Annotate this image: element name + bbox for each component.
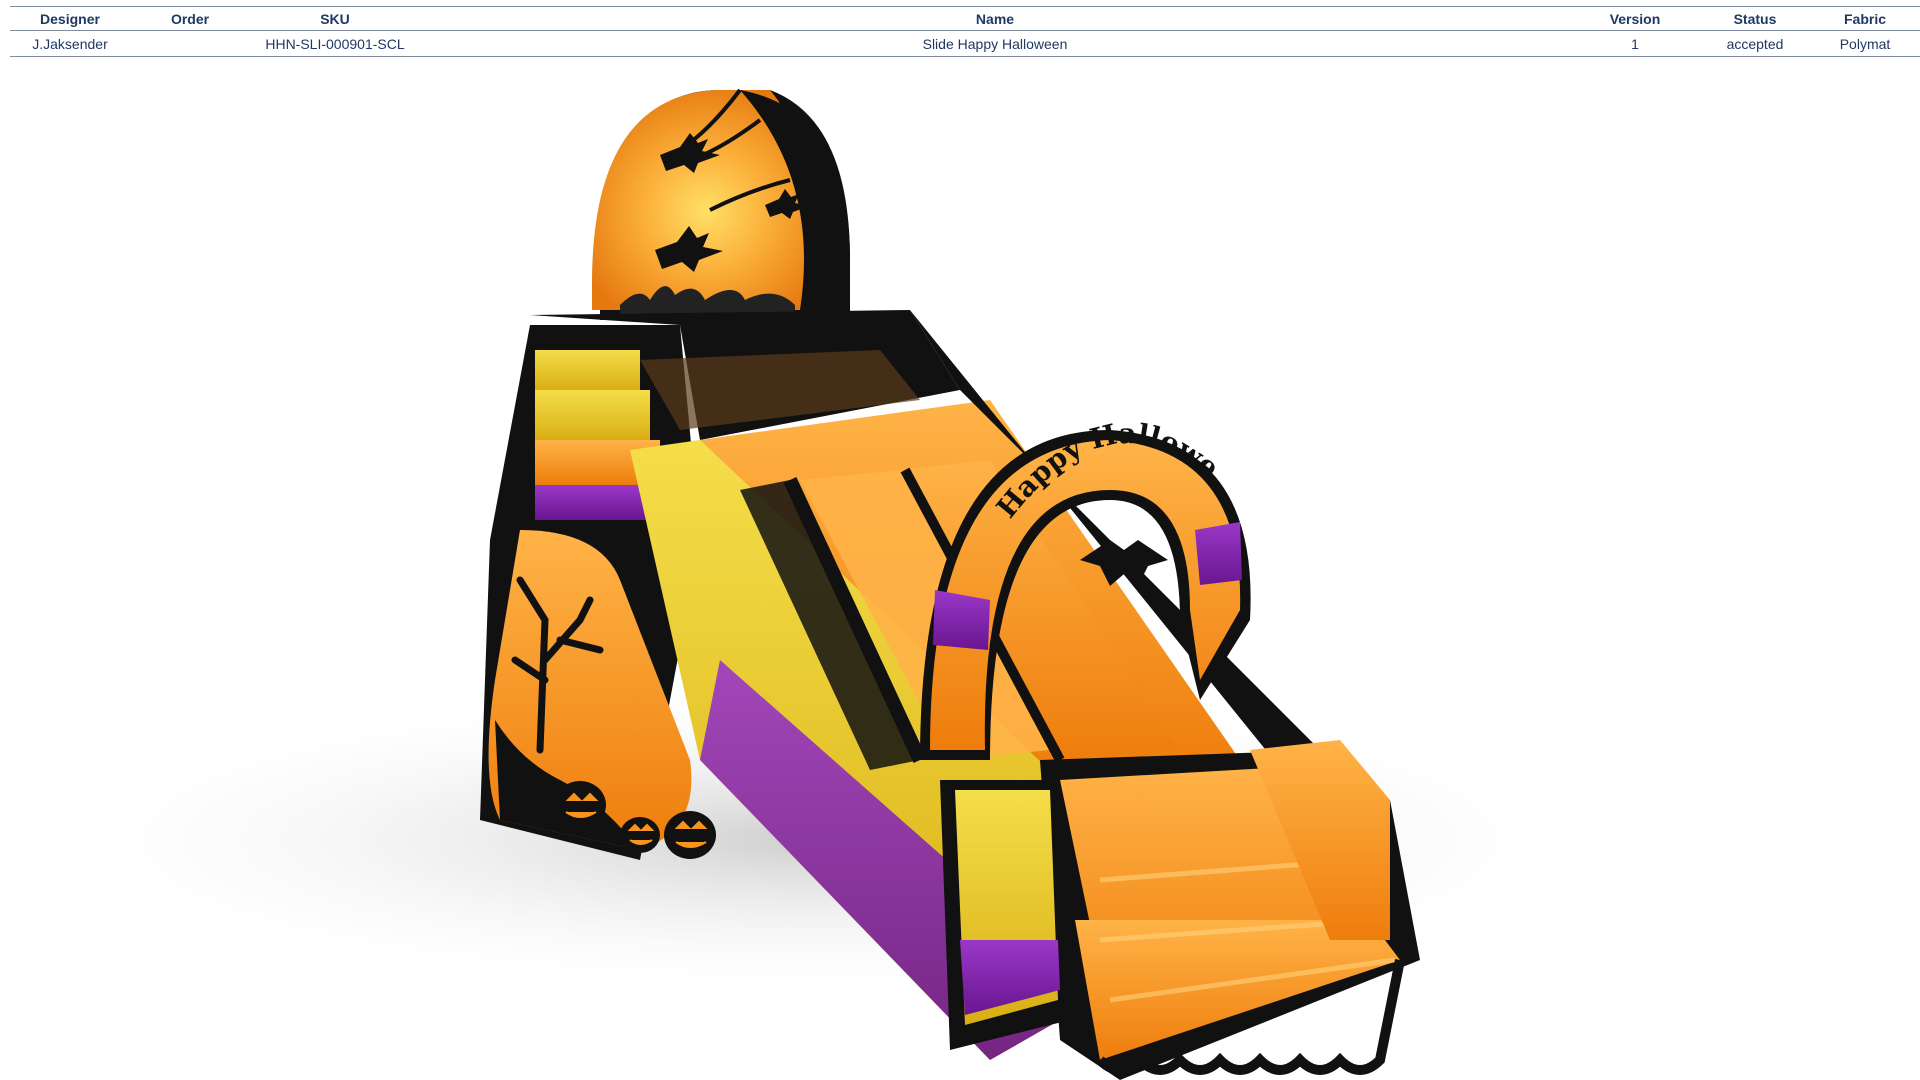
cell-status: accepted xyxy=(1726,35,1784,52)
header-status: Status xyxy=(1733,10,1777,27)
header-order: Order xyxy=(170,10,210,27)
header-designer: Designer xyxy=(40,10,100,27)
moon-panel xyxy=(591,88,850,320)
header-name: Name xyxy=(975,10,1015,27)
cell-order xyxy=(130,31,250,57)
spec-table: Designer Order SKU Name Version Status F… xyxy=(10,6,1920,57)
cell-designer: J.Jaksender xyxy=(32,35,108,52)
cell-version: 1 xyxy=(1631,35,1639,52)
header-fabric: Fabric xyxy=(1843,10,1886,27)
slide-illustration: Happy Halloween xyxy=(0,60,1640,1080)
cell-name: Slide Happy Halloween xyxy=(922,35,1068,52)
table-header-row: Designer Order SKU Name Version Status F… xyxy=(10,6,1920,31)
header-sku: SKU xyxy=(320,10,350,27)
pumpkin-icon xyxy=(664,811,716,859)
header-version: Version xyxy=(1609,10,1661,27)
cell-fabric: Polymat xyxy=(1839,35,1891,52)
cell-sku: HHN-SLI-000901-SCL xyxy=(265,35,405,52)
pumpkin-icon xyxy=(620,817,660,853)
table-row: J.Jaksender HHN-SLI-000901-SCL Slide Hap… xyxy=(10,31,1920,57)
pumpkin-icon xyxy=(554,781,606,829)
product-render: Happy Halloween xyxy=(0,60,1920,1080)
